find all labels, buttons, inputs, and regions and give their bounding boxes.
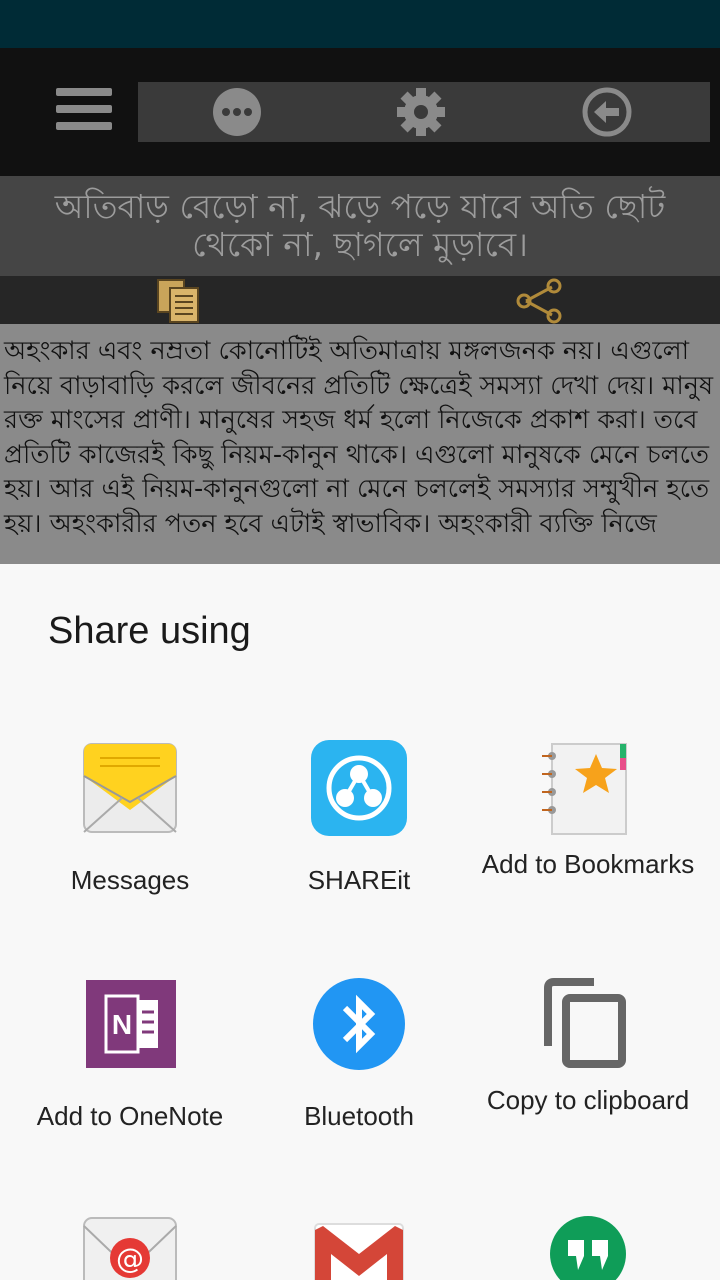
svg-text:N: N (112, 1009, 132, 1040)
article-content: অহংকার এবং নম্রতা কোনোটিই অতিমাত্রায় মঙ… (0, 324, 720, 564)
share-app-label: SHAREit (307, 865, 411, 895)
share-app-bookmarks[interactable]: Add to Bookmarks (473, 740, 703, 940)
bookmarks-icon (542, 743, 627, 835)
quote-text: অতিবাড় বেড়ো না, ঝড়ে পড়ে যাবে অতি ছোট… (0, 176, 720, 276)
more-dots-icon[interactable] (212, 87, 262, 137)
gmail-icon (314, 1223, 404, 1280)
copy-icon[interactable] (156, 278, 206, 324)
gear-icon[interactable] (396, 87, 446, 137)
clipboard-icon (544, 978, 626, 1068)
hangouts-icon (550, 1216, 626, 1280)
top-toolbar (0, 48, 720, 176)
svg-text:@: @ (116, 1242, 144, 1275)
toolbar-panel (138, 82, 710, 142)
share-app-gmail[interactable] (244, 1214, 474, 1280)
email-icon: @ (83, 1217, 177, 1280)
share-icon[interactable] (514, 278, 566, 324)
bluetooth-icon (313, 978, 405, 1070)
share-sheet-title: Share using (48, 610, 251, 652)
share-app-email[interactable]: @ (15, 1214, 245, 1280)
share-app-clipboard[interactable]: Copy to clipboard (473, 976, 703, 1176)
share-app-messages[interactable]: Messages (15, 740, 245, 940)
back-arrow-icon[interactable] (582, 87, 632, 137)
share-app-onenote[interactable]: N Add to OneNote (15, 976, 245, 1176)
share-app-label: Add to OneNote (36, 1101, 224, 1131)
shareit-icon (311, 740, 407, 836)
article-text: অহংকার এবং নম্রতা কোনোটিই অতিমাত্রায় মঙ… (4, 336, 714, 539)
status-bar (0, 0, 720, 48)
share-app-bluetooth[interactable]: Bluetooth (244, 976, 474, 1176)
hamburger-menu-icon[interactable] (56, 88, 112, 138)
onenote-icon: N (86, 980, 176, 1068)
share-app-label: Copy to clipboard (486, 1085, 690, 1115)
messages-icon (83, 743, 177, 833)
action-bar (0, 276, 720, 324)
share-app-label: Bluetooth (304, 1101, 414, 1131)
share-app-label: Add to Bookmarks (481, 849, 695, 879)
share-app-label: Messages (70, 865, 190, 895)
share-app-hangouts[interactable] (473, 1214, 703, 1280)
share-app-shareit[interactable]: SHAREit (244, 740, 474, 940)
share-sheet: Share using Messages SHAREit Add to Book… (0, 564, 720, 1280)
